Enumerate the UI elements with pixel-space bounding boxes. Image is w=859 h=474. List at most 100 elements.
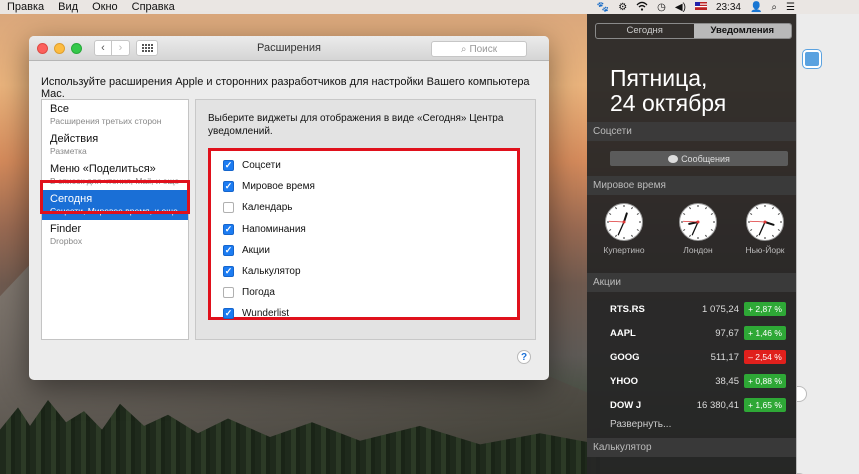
sidebar-item-title: Действия <box>50 133 99 145</box>
checkbox[interactable] <box>223 244 234 256</box>
tab-notifications[interactable]: Уведомления <box>693 24 791 38</box>
chevron-right-icon: › <box>118 42 123 54</box>
sidebar-item-title: Все <box>50 103 69 115</box>
nc-date-line: 24 октября <box>610 90 727 116</box>
stock-change[interactable]: + 1,65 % <box>744 398 786 412</box>
flag-icon[interactable] <box>694 1 707 13</box>
stock-value: 38,45 <box>715 375 739 387</box>
widget-label: Мировое время <box>242 181 315 193</box>
widget-row-calculator[interactable]: Калькулятор <box>223 261 517 282</box>
sidebar-item-subtitle: Dropbox <box>50 236 83 246</box>
stock-value: 16 380,41 <box>696 399 739 411</box>
stock-row[interactable]: AAPL 97,67 + 1,46 % <box>587 321 796 345</box>
nc-date: Пятница, 24 октября <box>610 66 726 116</box>
stock-change[interactable]: – 2,54 % <box>744 350 786 364</box>
paw-icon[interactable]: 🐾 <box>597 2 609 13</box>
menu-view[interactable]: Вид <box>51 1 85 13</box>
sidebar-item-subtitle: Расширения третьих сторон <box>50 116 162 126</box>
menubar: Правка Вид Окно Справка 🐾 ⚙ ◷ ◀) 23:34 👤… <box>0 0 859 14</box>
section-stocks: Акции <box>587 273 796 292</box>
minimize-button[interactable] <box>54 42 65 54</box>
sidebar-item-today[interactable]: Сегодня Соцсети, Мировое время, и еще 4.… <box>42 190 188 220</box>
sidebar-item-actions[interactable]: Действия Разметка <box>42 130 188 160</box>
widget-row-weather[interactable]: Погода <box>223 282 517 303</box>
checkbox[interactable] <box>223 223 234 235</box>
slider-knob[interactable] <box>797 386 807 402</box>
widgets-panel: Выберите виджеты для отображения в виде … <box>195 99 536 340</box>
widget-row-calendar[interactable]: Календарь <box>223 197 517 218</box>
stock-row[interactable]: RTS.RS 1 075,24 + 2,87 % <box>587 297 796 321</box>
sidebar-item-title: Меню «Поделиться» <box>50 163 156 175</box>
clock-face-icon <box>679 203 717 241</box>
widget-row-reminders[interactable]: Напоминания <box>223 219 517 240</box>
section-social: Соцсети <box>587 122 796 141</box>
stock-symbol: YHOO <box>610 375 638 387</box>
widget-label: Календарь <box>242 202 293 214</box>
help-button[interactable]: ? <box>517 350 531 364</box>
sidebar-item-title: Сегодня <box>50 193 93 205</box>
time-machine-icon[interactable]: ◷ <box>657 2 666 13</box>
close-button[interactable] <box>37 42 48 54</box>
sidebar-item-all[interactable]: Все Расширения третьих сторон <box>42 100 188 130</box>
tab-today[interactable]: Сегодня <box>596 24 694 38</box>
checkbox[interactable] <box>223 160 234 172</box>
stock-change[interactable]: + 1,46 % <box>744 326 786 340</box>
clock-london: Лондон <box>675 202 721 255</box>
search-input[interactable]: ⌕ Поиск <box>431 41 527 57</box>
messages-button[interactable]: Сообщения <box>610 151 788 166</box>
stock-row[interactable]: DOW J 16 380,41 + 1,65 % <box>587 393 796 417</box>
checkbox[interactable] <box>223 181 234 193</box>
widget-label: Wunderlist <box>242 308 290 320</box>
show-all-button[interactable] <box>136 40 158 56</box>
checkbox[interactable] <box>223 287 234 299</box>
clock-text[interactable]: 23:34 <box>716 2 741 13</box>
stock-value: 511,17 <box>710 351 739 363</box>
sidebar-item-subtitle: Разметка <box>50 146 87 156</box>
stock-value: 1 075,24 <box>702 303 739 315</box>
widget-row-world-clock[interactable]: Мировое время <box>223 176 517 197</box>
menu-edit[interactable]: Правка <box>0 1 51 13</box>
titlebar: ‹ › Расширения ⌕ Поиск <box>29 36 549 61</box>
back-button[interactable]: ‹ <box>94 40 112 56</box>
clock-city: Лондон <box>683 245 713 255</box>
widget-row-social[interactable]: Соцсети <box>223 155 517 176</box>
checkbox[interactable] <box>223 202 234 214</box>
checkbox[interactable] <box>223 266 234 278</box>
grid-icon <box>141 44 153 52</box>
section-world-time: Мировое время <box>587 176 796 195</box>
clock-face-icon <box>746 203 784 241</box>
search-icon: ⌕ <box>460 43 467 55</box>
widget-row-stocks[interactable]: Акции <box>223 240 517 261</box>
widgets-list: Соцсети Мировое время Календарь Напомина… <box>208 148 520 320</box>
user-icon[interactable]: 👤 <box>750 2 762 13</box>
stock-symbol: GOOG <box>610 351 640 363</box>
menu-window[interactable]: Окно <box>85 1 125 13</box>
spotlight-icon[interactable]: ⌕ <box>771 2 777 13</box>
sidebar-item-share-menu[interactable]: Меню «Поделиться» В список для чтения, M… <box>42 160 188 190</box>
widget-label: Напоминания <box>242 223 306 235</box>
volume-icon[interactable]: ◀) <box>675 2 686 13</box>
extensions-window: ‹ › Расширения ⌕ Поиск Используйте расши… <box>29 36 549 380</box>
expand-link[interactable]: Развернуть... <box>610 419 671 430</box>
widget-label: Соцсети <box>242 160 281 172</box>
stock-row[interactable]: YHOO 38,45 + 0,88 % <box>587 369 796 393</box>
zoom-button[interactable] <box>71 42 82 54</box>
widget-row-wunderlist[interactable]: Wunderlist <box>223 303 517 324</box>
forward-button[interactable]: › <box>112 40 130 56</box>
sidebar-item-subtitle: В список для чтения, Mail, и еще 9... <box>50 176 180 186</box>
sidebar-item-finder[interactable]: Finder Dropbox <box>42 220 188 250</box>
stock-change[interactable]: + 0,88 % <box>744 374 786 388</box>
stock-row[interactable]: GOOG 511,17 – 2,54 % <box>587 345 796 369</box>
stock-change[interactable]: + 2,87 % <box>744 302 786 316</box>
gear-icon[interactable]: ⚙ <box>618 2 627 13</box>
menu-help[interactable]: Справка <box>125 1 182 13</box>
checkbox[interactable] <box>223 308 234 320</box>
clock-city: Купертино <box>603 245 645 255</box>
stock-symbol: AAPL <box>610 327 636 339</box>
stock-symbol: DOW J <box>610 399 642 411</box>
wifi-icon[interactable] <box>636 1 648 14</box>
widget-label: Акции <box>242 244 270 256</box>
section-calculator: Калькулятор <box>587 438 796 457</box>
notification-center-icon[interactable]: ☰ <box>786 2 795 13</box>
widget-label: Калькулятор <box>242 266 301 278</box>
